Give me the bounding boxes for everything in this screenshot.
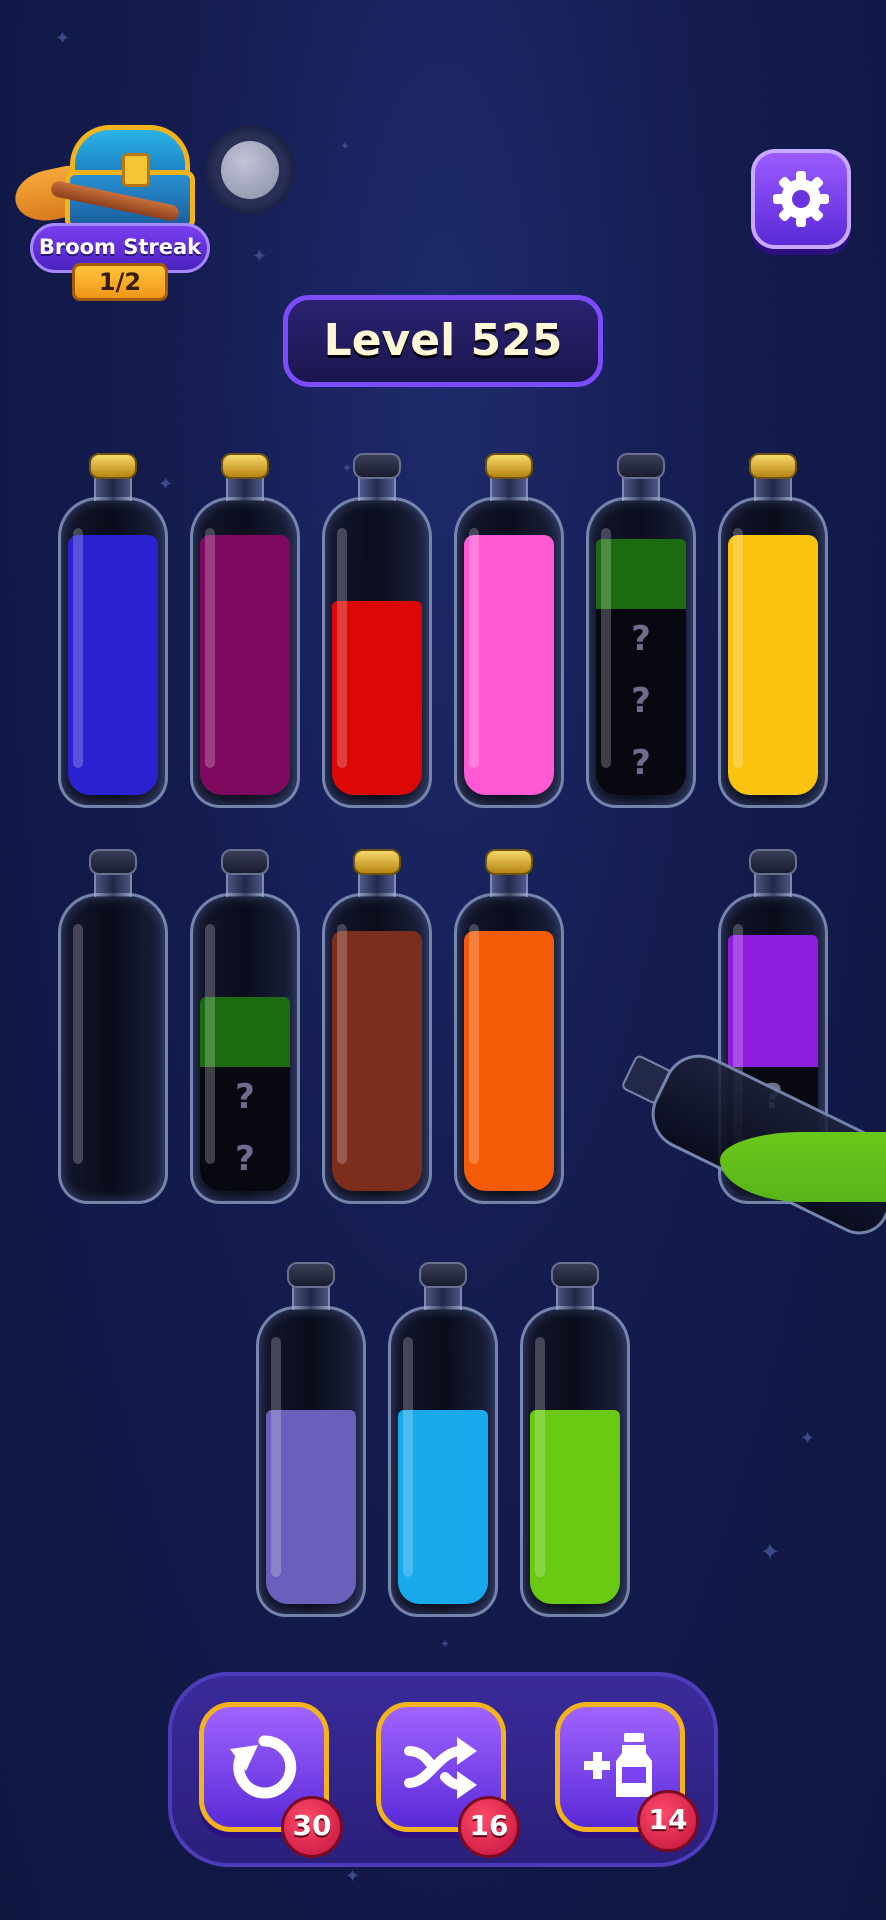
bottle-glass: [520, 1306, 630, 1617]
bottle[interactable]: [58, 849, 168, 1204]
star-decoration: ✦: [440, 1637, 451, 1651]
bottle-cork: [89, 453, 137, 479]
bottle-cork: [749, 453, 797, 479]
bottle-cork: [221, 453, 269, 479]
glass-shine: [535, 1337, 545, 1577]
bottle-rim: [353, 453, 401, 479]
bottle[interactable]: ???: [586, 453, 696, 808]
bottle[interactable]: [58, 453, 168, 808]
bottle-glass: ???: [586, 497, 696, 808]
level-title: Level 525: [283, 295, 603, 387]
bottle[interactable]: [190, 453, 300, 808]
glass-shine: [469, 528, 479, 768]
star-decoration: ✦: [252, 246, 268, 267]
bottle-rim: [749, 849, 797, 875]
glass-shine: [337, 924, 347, 1164]
status-orb: [205, 125, 295, 215]
glass-shine: [205, 528, 215, 768]
bottle[interactable]: [454, 453, 564, 808]
gear-icon: [773, 171, 829, 227]
glass-shine: [469, 924, 479, 1164]
chest-lock-icon: [122, 153, 150, 187]
bottle-glass: [322, 497, 432, 808]
bottle[interactable]: [256, 1262, 366, 1617]
bottle[interactable]: [322, 453, 432, 808]
bottle[interactable]: [718, 453, 828, 808]
bottle-rim: [221, 849, 269, 875]
bottle[interactable]: [454, 849, 564, 1204]
star-decoration: ✦: [340, 139, 351, 153]
glass-shine: [601, 528, 611, 768]
glass-shine: [73, 528, 83, 768]
glass-shine: [337, 528, 347, 768]
bottle[interactable]: [520, 1262, 630, 1617]
bottle-rim: [617, 453, 665, 479]
star-decoration: ✦: [800, 1428, 816, 1449]
bottle-cork: [485, 849, 533, 875]
bottle-glass: ??: [190, 893, 300, 1204]
undo-icon: [230, 1735, 297, 1799]
bottle[interactable]: ??: [190, 849, 300, 1204]
star-decoration: ✦: [55, 28, 71, 49]
shuffle-count-badge: 16: [458, 1796, 520, 1858]
bottle-glass: [454, 893, 564, 1204]
pouring-bottle[interactable]: [585, 1000, 886, 1245]
bottle-rim: [89, 849, 137, 875]
glass-shine: [733, 528, 743, 768]
bottle-glass: [388, 1306, 498, 1617]
streak-progress: 1/2: [72, 263, 168, 301]
glass-shine: [271, 1337, 281, 1577]
bottle-rim: [551, 1262, 599, 1288]
glass-shine: [73, 924, 83, 1164]
bottle[interactable]: [388, 1262, 498, 1617]
bottle-cork: [353, 849, 401, 875]
bottle-glass: [190, 497, 300, 808]
bottle-glass: [58, 497, 168, 808]
bottle-rim: [419, 1262, 467, 1288]
bottle-glass: [58, 893, 168, 1204]
broom-streak-reward[interactable]: Broom Streak 1/2: [10, 115, 210, 305]
bottle-rim: [287, 1262, 335, 1288]
bottle-glass: [322, 893, 432, 1204]
glass-shine: [403, 1337, 413, 1577]
add-bottle-count-badge: 14: [637, 1790, 699, 1852]
shuffle-icon: [404, 1737, 477, 1799]
bottle-glass: [256, 1306, 366, 1617]
bottle-glass: [454, 497, 564, 808]
bottle[interactable]: [322, 849, 432, 1204]
star-decoration: ✦: [760, 1538, 781, 1566]
bottle-cork: [485, 453, 533, 479]
undo-count-badge: 30: [281, 1796, 343, 1858]
glass-shine: [205, 924, 215, 1164]
bottle-glass: [718, 497, 828, 808]
settings-button[interactable]: [751, 149, 851, 249]
star-decoration: ✦: [345, 1866, 361, 1887]
